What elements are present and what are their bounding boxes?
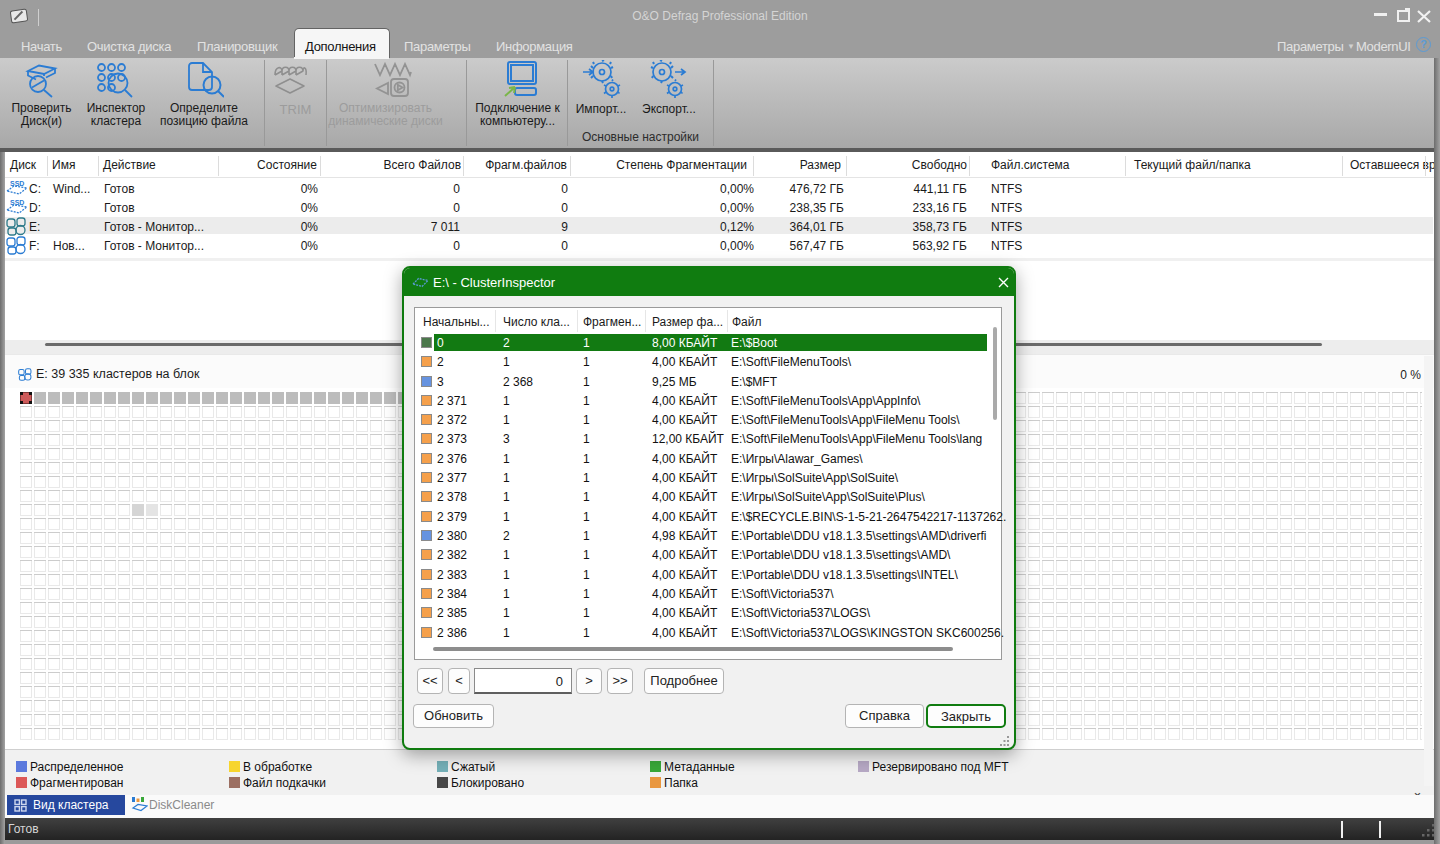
svg-text:SSD: SSD bbox=[10, 180, 24, 187]
svg-text:SSD: SSD bbox=[10, 199, 24, 206]
